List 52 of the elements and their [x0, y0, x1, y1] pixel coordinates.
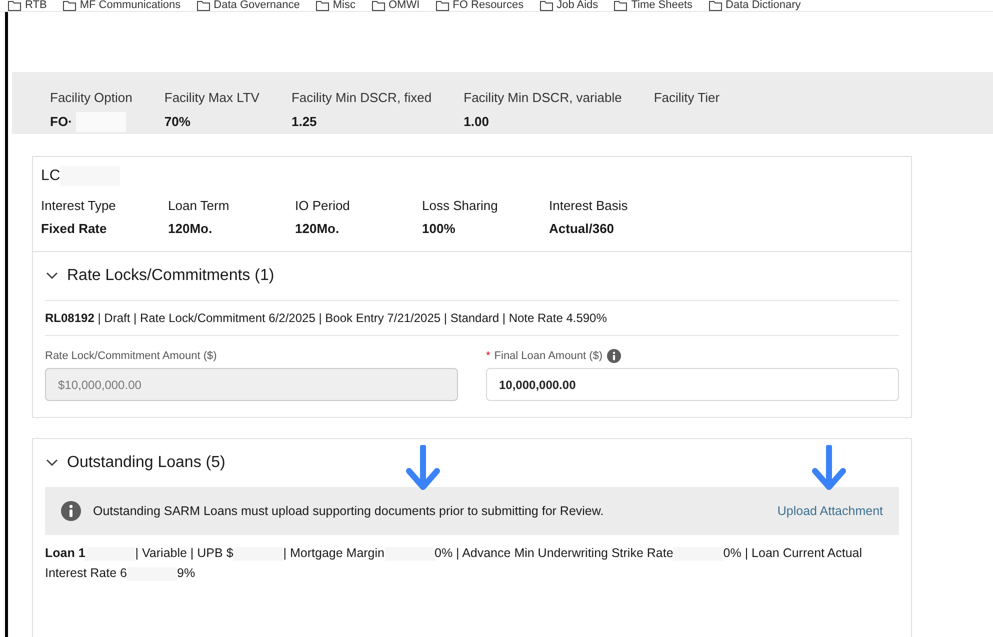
folder-icon [436, 0, 449, 10]
field-label: Final Loan Amount ($) [494, 348, 603, 364]
field-label: Interest Basis [549, 196, 629, 214]
field-label: Facility Min DSCR, fixed [291, 89, 432, 107]
required-mark: * [486, 348, 490, 364]
upload-attachment-link[interactable]: Upload Attachment [777, 502, 883, 520]
field-label: Facility Min DSCR, variable [464, 89, 622, 107]
folder-icon [708, 0, 722, 10]
field-value: 1.00 [464, 112, 489, 130]
bookmark[interactable]: OMWI [372, 0, 420, 11]
bookmark[interactable]: FO Resources [436, 0, 524, 11]
rate-lock-summary: RL08192 | Draft | Rate Lock/Commitment 6/2/2025 | Book Entry 7/21/2025 | Standard | Note Rate 4.590% [45, 300, 899, 336]
folder-icon [8, 0, 21, 10]
loan-title: LC [41, 166, 60, 186]
field-label: Rate Lock/Commitment Amount ($) [45, 348, 217, 364]
bookmark[interactable]: Time Sheets [614, 0, 693, 11]
field-label: Loss Sharing [422, 196, 499, 215]
field-value: 100% [422, 220, 456, 238]
amount-field[interactable]: 10,000,000.00 [486, 368, 899, 401]
bookmark[interactable]: RTB [8, 0, 47, 11]
info-icon [606, 348, 621, 363]
field-label: Interest Type [41, 196, 117, 215]
field-label: Loan Term [168, 196, 230, 214]
folder-icon [316, 0, 329, 10]
down-arrow-icon [809, 445, 849, 491]
notice-text: Outstanding SARM Loans must upload supporting documents prior to submitting for Review. [93, 502, 605, 520]
bookmark[interactable]: Data Governance [196, 0, 300, 11]
bookmark[interactable]: MF Communications [62, 0, 181, 11]
field-value: Actual/360 [549, 220, 616, 238]
field-label: Facility Option [50, 89, 132, 107]
field-value: 120Mo. [295, 220, 340, 238]
down-arrow-icon [403, 445, 443, 491]
field-label: IO Period [295, 196, 351, 214]
info-icon [61, 501, 81, 521]
field-value: Fixed Rate [41, 220, 108, 238]
folder-icon [372, 0, 384, 10]
field-value: 120Mo. [168, 220, 214, 238]
folder-icon [62, 0, 76, 10]
field-label: Facility Tier [654, 89, 720, 107]
section-header[interactable]: Outstanding Loans (5) [45, 439, 226, 487]
bookmark[interactable]: Data Dictionary [708, 0, 801, 11]
section-header[interactable]: Rate Locks/Commitments (1) [45, 252, 899, 300]
bookmark[interactable]: Misc [316, 0, 356, 11]
folder-icon [614, 0, 628, 10]
field-value: 70% [164, 112, 190, 130]
field-value: FO· [50, 112, 72, 131]
field-value: 1.25 [291, 112, 317, 130]
folder-icon [196, 0, 210, 10]
bookmark[interactable]: Job Aids [540, 0, 598, 11]
folder-icon [540, 0, 553, 10]
field-label: Facility Max LTV [164, 89, 260, 107]
loan-summary: Loan 1 | Variable | UPB $ | Mortgage Margin 0% | Advance Min Underwriting Strike Rate 0% | Loan Current Actual Interest Rate 6 9% [45, 545, 864, 583]
